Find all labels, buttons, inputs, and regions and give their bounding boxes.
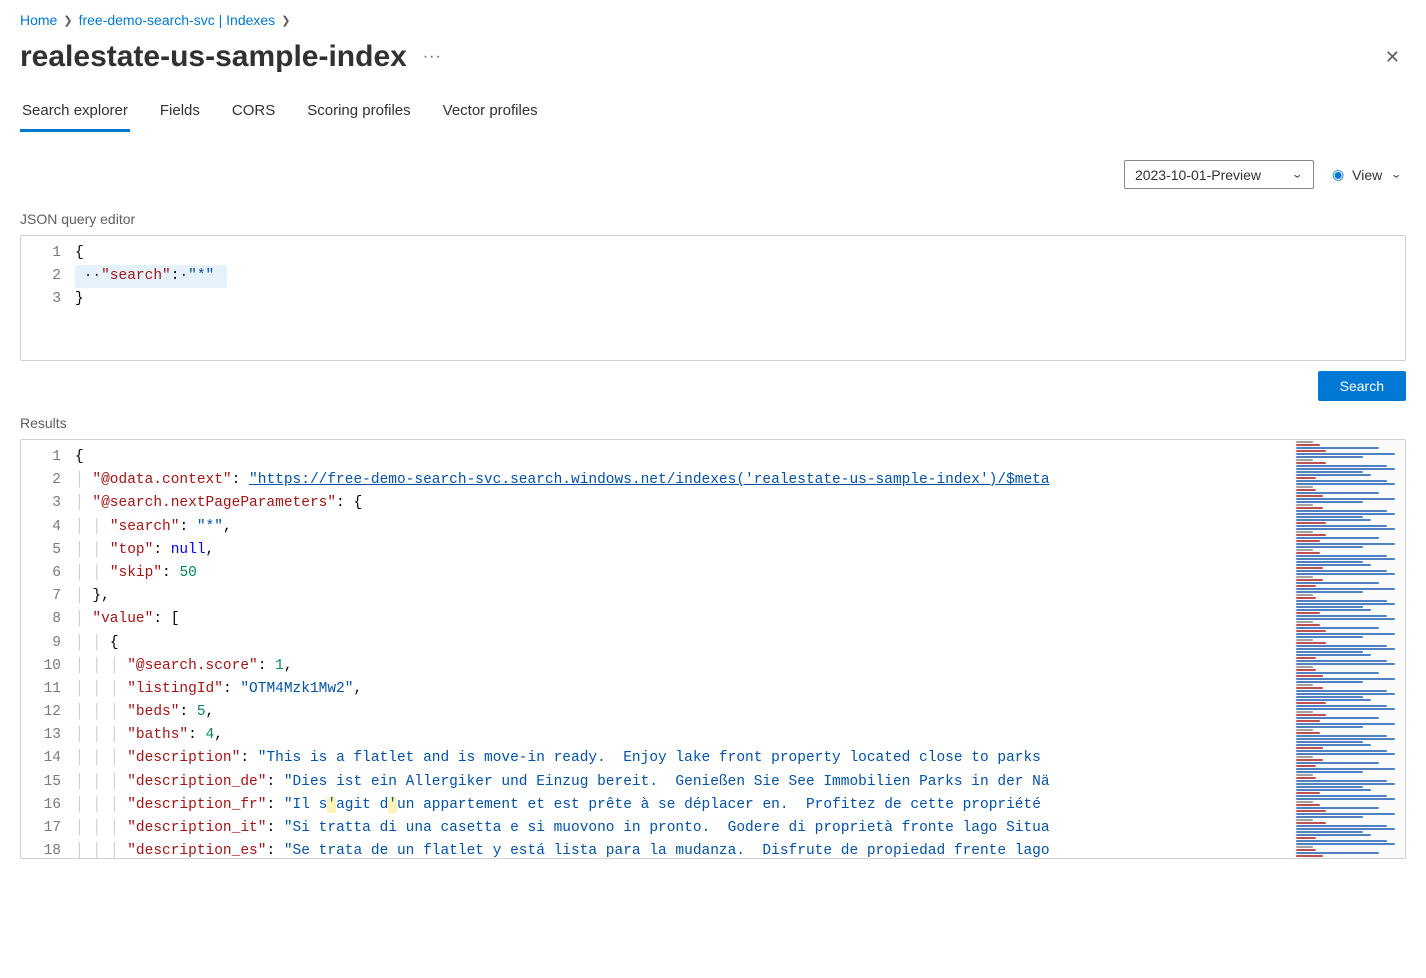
close-button[interactable]: ✕ [1379, 41, 1406, 74]
editor-gutter: 123 [21, 236, 75, 318]
minimap[interactable]: // placeholder — populated below [1293, 440, 1405, 858]
api-version-dropdown[interactable]: 2023-10-01-Preview ⌄ [1124, 160, 1314, 189]
tab-bar: Search explorer Fields CORS Scoring prof… [0, 86, 1426, 132]
editor-content[interactable]: { ··"search":·"*" } [75, 236, 1405, 318]
chevron-down-icon: ⌄ [1291, 169, 1303, 181]
tab-scoring-profiles[interactable]: Scoring profiles [305, 94, 412, 132]
eye-icon: ◉ [1332, 166, 1344, 183]
json-query-editor[interactable]: 123 { ··"search":·"*" } [20, 235, 1406, 361]
chevron-right-icon: ❯ [281, 14, 290, 27]
view-label: View [1352, 167, 1382, 183]
results-panel: 123456789 101112131415161718 { │ "@odata… [20, 439, 1406, 859]
chevron-down-icon: ⌄ [1390, 169, 1402, 181]
breadcrumb-service[interactable]: free-demo-search-svc | Indexes [79, 12, 276, 28]
more-actions-button[interactable]: ··· [419, 44, 446, 70]
query-editor-label: JSON query editor [0, 197, 1426, 231]
breadcrumb-home[interactable]: Home [20, 12, 57, 28]
results-content[interactable]: { │ "@odata.context": "https://free-demo… [75, 440, 1293, 858]
tab-cors[interactable]: CORS [230, 94, 277, 132]
tab-vector-profiles[interactable]: Vector profiles [441, 94, 540, 132]
view-toggle-button[interactable]: ◉ View ⌄ [1332, 166, 1402, 183]
chevron-right-icon: ❯ [63, 14, 72, 27]
results-gutter: 123456789 101112131415161718 [21, 440, 75, 858]
search-button[interactable]: Search [1318, 371, 1406, 401]
tab-fields[interactable]: Fields [158, 94, 202, 132]
page-title: realestate-us-sample-index [20, 40, 407, 74]
results-label: Results [0, 401, 1426, 435]
breadcrumb: Home ❯ free-demo-search-svc | Indexes ❯ [0, 0, 1426, 32]
tab-search-explorer[interactable]: Search explorer [20, 94, 130, 132]
api-version-value: 2023-10-01-Preview [1135, 167, 1261, 183]
